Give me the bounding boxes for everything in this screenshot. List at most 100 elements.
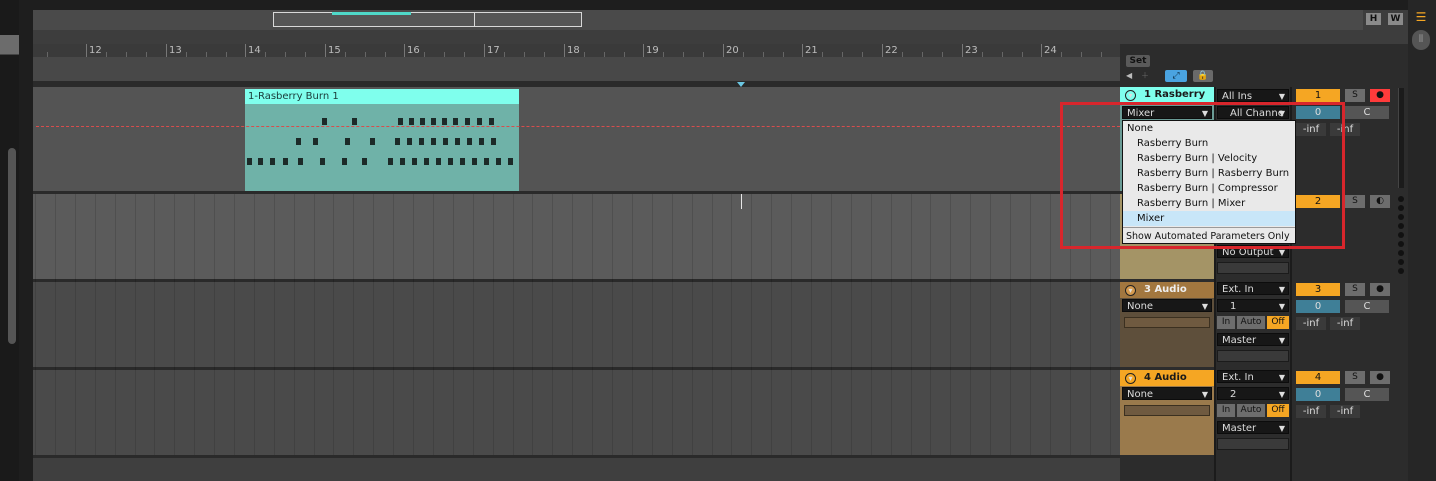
device-slot-3[interactable] [1124, 317, 1210, 328]
monitor-in-3[interactable]: In [1217, 316, 1235, 329]
track-lane-1[interactable] [33, 87, 1120, 191]
track-activator-4[interactable]: 4 [1296, 371, 1340, 384]
input-type-4[interactable]: Ext. In ▼ [1217, 370, 1289, 383]
back-arrow-icon[interactable]: ◀ [1126, 72, 1136, 80]
fold-icon[interactable]: ▾ [1125, 373, 1136, 384]
midi-note[interactable] [419, 138, 424, 145]
midi-note[interactable] [313, 138, 318, 145]
midi-note[interactable] [283, 158, 288, 165]
midi-note[interactable] [395, 138, 400, 145]
track-lane-4[interactable] [33, 370, 1120, 455]
monitor-off-4[interactable]: Off [1267, 404, 1289, 417]
midi-note[interactable] [258, 158, 263, 165]
lock-icon[interactable]: 🔒 [1193, 70, 1213, 82]
input-channel-4[interactable]: 2 ▼ [1217, 387, 1289, 400]
arm-button-1[interactable]: ● [1370, 89, 1390, 102]
midi-note[interactable] [270, 158, 275, 165]
solo-button-2[interactable]: S [1345, 195, 1365, 208]
automation-line[interactable] [36, 126, 1120, 127]
midi-note[interactable] [491, 138, 496, 145]
midi-note[interactable] [412, 158, 417, 165]
pan-1[interactable]: C [1345, 106, 1389, 119]
midi-note[interactable] [467, 138, 472, 145]
solo-button-4[interactable]: S [1345, 371, 1365, 384]
midi-note[interactable] [398, 118, 403, 125]
midi-note[interactable] [320, 158, 325, 165]
midi-note[interactable] [442, 118, 447, 125]
arm-button-4[interactable]: ● [1370, 371, 1390, 384]
arm-button-2[interactable]: ◐ [1370, 195, 1390, 208]
output-chooser-3[interactable]: Master ▼ [1217, 333, 1289, 346]
expand-icon[interactable]: ⤢ [1165, 70, 1187, 82]
output-channel-3[interactable] [1217, 350, 1289, 362]
track-lane-3[interactable] [33, 282, 1120, 367]
volume-4[interactable]: 0 [1296, 388, 1340, 401]
view-toggle-icon[interactable]: ⫴ [1412, 30, 1430, 50]
input-channel-3[interactable]: 1 ▼ [1217, 299, 1289, 312]
midi-note[interactable] [431, 118, 436, 125]
set-button[interactable]: Set [1126, 55, 1150, 67]
monitor-auto-3[interactable]: Auto [1237, 316, 1265, 329]
h-button[interactable]: H [1366, 13, 1381, 25]
midi-note[interactable] [460, 158, 465, 165]
input-type-3[interactable]: Ext. In ▼ [1217, 282, 1289, 295]
output-channel-4[interactable] [1217, 438, 1289, 450]
empty-lane[interactable] [33, 458, 1120, 481]
solo-button-3[interactable]: S [1345, 283, 1365, 296]
scrub-area[interactable] [33, 57, 1120, 81]
monitor-in-4[interactable]: In [1217, 404, 1235, 417]
midi-note[interactable] [298, 158, 303, 165]
midi-note[interactable] [489, 118, 494, 125]
midi-note[interactable] [448, 158, 453, 165]
output-chooser-4[interactable]: Master ▼ [1217, 421, 1289, 434]
device-slot-4[interactable] [1124, 405, 1210, 416]
pan-4[interactable]: C [1345, 388, 1389, 401]
add-icon[interactable]: ＋ [1141, 72, 1151, 80]
midi-note[interactable] [352, 118, 357, 125]
left-tab[interactable] [0, 35, 19, 55]
midi-note[interactable] [443, 138, 448, 145]
pan-3[interactable]: C [1345, 300, 1389, 313]
midi-note[interactable] [388, 158, 393, 165]
midi-note[interactable] [436, 158, 441, 165]
track-lane-2[interactable] [33, 194, 1120, 279]
fold-icon[interactable]: ▾ [1125, 285, 1136, 296]
midi-note[interactable] [484, 158, 489, 165]
midi-note[interactable] [322, 118, 327, 125]
midi-note[interactable] [424, 158, 429, 165]
midi-note[interactable] [345, 138, 350, 145]
midi-note[interactable] [409, 118, 414, 125]
midi-note[interactable] [420, 118, 425, 125]
midi-note[interactable] [472, 158, 477, 165]
w-button[interactable]: W [1388, 13, 1403, 25]
midi-note[interactable] [477, 118, 482, 125]
solo-button-1[interactable]: S [1345, 89, 1365, 102]
midi-note[interactable] [296, 138, 301, 145]
midi-note[interactable] [362, 158, 367, 165]
midi-note[interactable] [496, 158, 501, 165]
fold-icon[interactable]: ▾ [1125, 90, 1136, 101]
monitor-auto-4[interactable]: Auto [1237, 404, 1265, 417]
midi-note[interactable] [247, 158, 252, 165]
midi-note[interactable] [508, 158, 513, 165]
midi-note[interactable] [465, 118, 470, 125]
midi-note[interactable] [400, 158, 405, 165]
device-chooser-3[interactable]: None ▼ [1122, 299, 1212, 312]
menu-icon[interactable]: ☰ [1412, 10, 1430, 24]
clip-title[interactable]: 1-Rasberry Burn 1 [245, 89, 519, 104]
overview-viewport[interactable] [273, 12, 582, 27]
midi-note[interactable] [407, 138, 412, 145]
device-chooser-4[interactable]: None ▼ [1122, 387, 1212, 400]
monitor-off-3[interactable]: Off [1267, 316, 1289, 329]
overview-bar[interactable] [33, 10, 1363, 30]
volume-3[interactable]: 0 [1296, 300, 1340, 313]
midi-note[interactable] [479, 138, 484, 145]
output-channel-2[interactable] [1217, 262, 1289, 274]
midi-note[interactable] [455, 138, 460, 145]
arm-button-3[interactable]: ● [1370, 283, 1390, 296]
track-activator-3[interactable]: 3 [1296, 283, 1340, 296]
midi-note[interactable] [453, 118, 458, 125]
midi-note[interactable] [342, 158, 347, 165]
track-activator-1[interactable]: 1 [1296, 89, 1340, 102]
left-scrollbar[interactable] [8, 148, 16, 344]
